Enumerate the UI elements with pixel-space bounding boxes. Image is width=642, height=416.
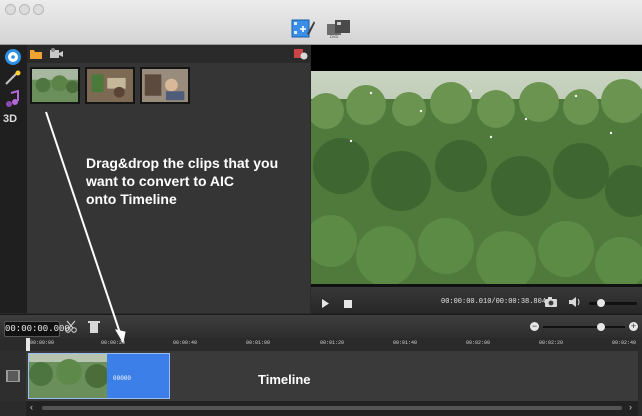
open-folder-icon[interactable]	[29, 47, 43, 60]
play-icon[interactable]	[321, 299, 330, 308]
seek-bar[interactable]	[311, 284, 642, 287]
minimize-window-button[interactable]	[19, 4, 30, 15]
timeline-label: Timeline	[258, 372, 311, 387]
preview-panel	[311, 45, 642, 313]
media-library-icon[interactable]	[3, 48, 23, 66]
ruler-tick-0: 00:00:00	[30, 340, 55, 346]
ruler-tick-2: 00:00:40	[173, 340, 198, 346]
svg-text:DVD: DVD	[330, 34, 339, 39]
ruler-tick-6: 00:02:00	[466, 340, 491, 346]
current-time-display: 00:00:00.000	[4, 321, 70, 337]
timeline-clip-thumbnail	[29, 354, 107, 398]
clip-label: 00000	[113, 375, 132, 382]
3d-icon[interactable]: 3D	[3, 113, 23, 131]
video-preview	[311, 71, 642, 301]
title-bar: DVD	[0, 0, 642, 45]
media-panel: Drag&drop the clips that you want to con…	[27, 45, 310, 313]
video-track[interactable]: 00000 Timeline	[26, 351, 638, 401]
scroll-left-icon[interactable]: ‹	[30, 402, 33, 412]
scissors-icon[interactable]	[65, 320, 78, 333]
playhead[interactable]	[26, 338, 30, 351]
ruler-tick-4: 00:01:20	[320, 340, 345, 346]
edit-tool-icon[interactable]	[291, 17, 315, 39]
player-controls: 00:00:00.010/00:00:38.804	[311, 284, 642, 314]
volume-slider-knob[interactable]	[597, 299, 605, 307]
clip-thumbnail-3[interactable]	[140, 67, 190, 104]
music-note-icon[interactable]	[3, 90, 23, 108]
ruler-tick-8: 00:02:40	[612, 340, 637, 346]
clip-thumbnail-1[interactable]	[30, 67, 80, 104]
film-strip-icon	[6, 370, 20, 382]
snapshot-camera-icon[interactable]	[545, 297, 557, 307]
zoom-out-button[interactable]: −	[530, 322, 539, 331]
trash-icon[interactable]	[88, 320, 100, 333]
stop-icon[interactable]	[344, 300, 352, 308]
timeline-horizontal-scrollbar[interactable]: ‹ ›	[26, 401, 638, 416]
timecode-display: 00:00:00.010/00:00:38.804	[441, 298, 547, 306]
convert-tool-icon[interactable]: DVD	[326, 18, 352, 39]
zoom-slider-knob[interactable]	[597, 323, 605, 331]
add-video-camera-icon[interactable]	[49, 47, 64, 60]
effects-wand-icon[interactable]	[3, 69, 23, 87]
ruler-tick-5: 00:01:40	[393, 340, 418, 346]
zoom-window-button[interactable]	[33, 4, 44, 15]
zoom-in-button[interactable]: +	[629, 322, 638, 331]
volume-icon[interactable]	[569, 297, 581, 307]
close-window-button[interactable]	[5, 4, 16, 15]
video-track-header	[0, 351, 26, 401]
drag-drop-instruction: Drag&drop the clips that you want to con…	[86, 155, 279, 207]
clip-thumbnail-2[interactable]	[85, 67, 135, 104]
ruler-tick-1: 00:00:20	[101, 340, 126, 346]
volume-slider[interactable]	[589, 299, 637, 307]
scroll-right-icon[interactable]: ›	[629, 402, 632, 412]
timeline-clip[interactable]: 00000	[28, 353, 170, 399]
ruler-tick-3: 00:01:00	[246, 340, 271, 346]
ruler-tick-7: 00:02:20	[539, 340, 564, 346]
left-navigation: 3D	[0, 45, 28, 313]
media-toolbar	[27, 45, 310, 63]
scroll-thumb[interactable]	[42, 406, 622, 410]
bottom-toolbar: 00:00:00.000 − +	[0, 314, 642, 339]
timeline-ruler[interactable]: 00:00:00 00:00:20 00:00:40 00:01:00 00:0…	[26, 338, 638, 352]
clip-settings-icon[interactable]	[293, 47, 308, 60]
zoom-slider[interactable]	[543, 323, 625, 331]
